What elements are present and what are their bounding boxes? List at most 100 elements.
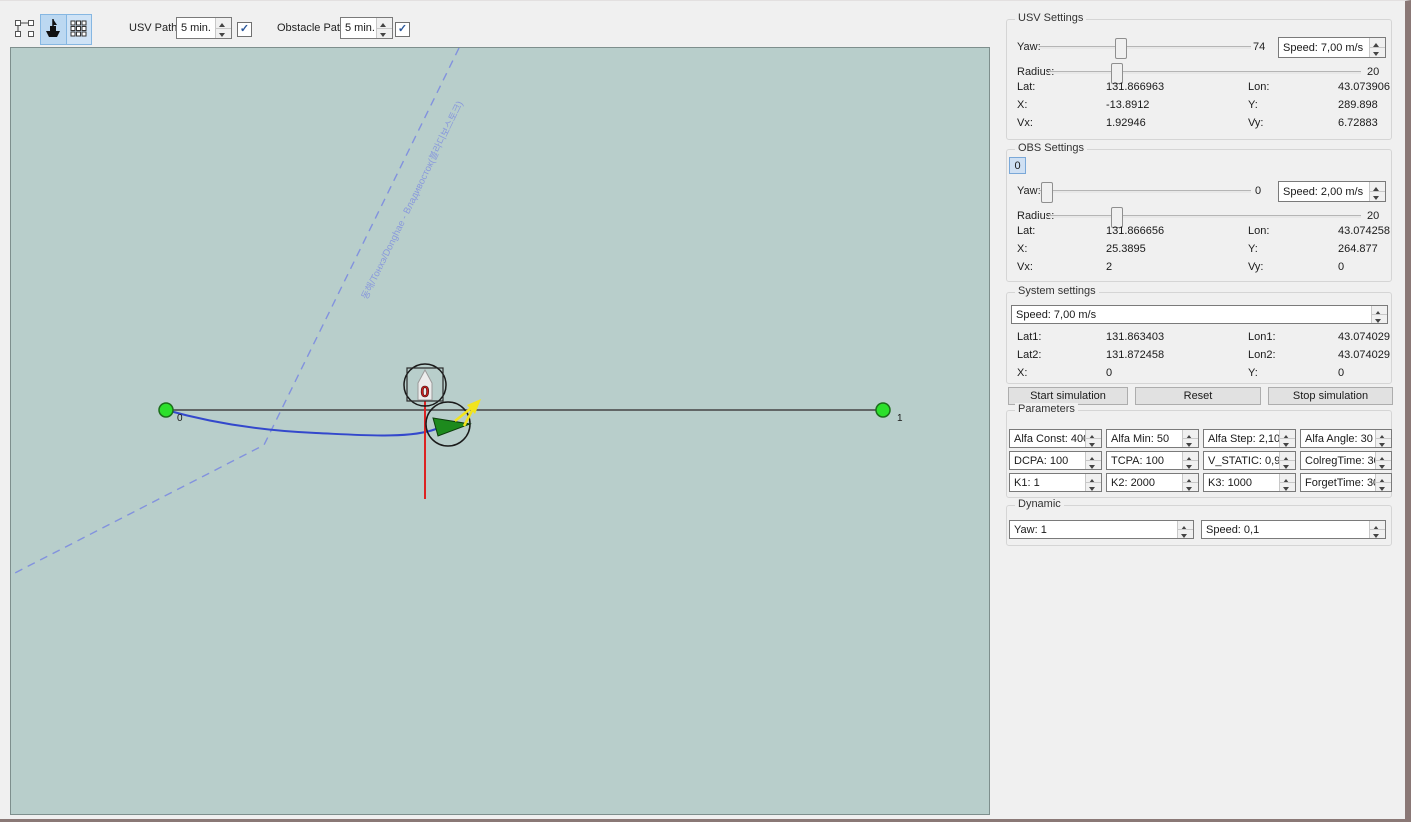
v-static-spinbox[interactable]: V_STATIC: 0,90 xyxy=(1203,451,1296,470)
alfa-const-spinbox[interactable]: Alfa Const: 400 xyxy=(1009,429,1102,448)
obs-x-value: 25.3895 xyxy=(1106,243,1146,255)
tcpa-spinbox[interactable]: TCPA: 100 xyxy=(1106,451,1199,470)
usv-speed-spinner[interactable] xyxy=(1369,38,1385,57)
spinner[interactable] xyxy=(1085,474,1101,491)
obs-y-label: Y: xyxy=(1248,243,1258,255)
usv-settings-title: USV Settings xyxy=(1015,12,1086,24)
usv-path-checkbox[interactable] xyxy=(237,22,252,37)
dcpa-spinbox[interactable]: DCPA: 100 xyxy=(1009,451,1102,470)
obs-settings-title: OBS Settings xyxy=(1015,142,1087,154)
k2-spinbox[interactable]: K2: 2000 xyxy=(1106,473,1199,492)
spinner[interactable] xyxy=(1375,474,1391,491)
usv-radius-slider[interactable] xyxy=(1049,63,1361,82)
obs-y-value: 264.877 xyxy=(1338,243,1378,255)
alfa-min-spinbox[interactable]: Alfa Min: 50 xyxy=(1106,429,1199,448)
spinner[interactable] xyxy=(1085,452,1101,469)
waypoint-1-label: 1 xyxy=(897,413,903,424)
obstacle-path-label: Obstacle Path: xyxy=(277,22,349,34)
system-lat1-value: 131.863403 xyxy=(1106,331,1164,343)
obs-yaw-value: 0 xyxy=(1255,185,1261,197)
parameters-title: Parameters xyxy=(1015,403,1078,415)
spinner[interactable] xyxy=(1182,474,1198,491)
spinner[interactable] xyxy=(1279,474,1295,491)
alfa-angle-spinbox[interactable]: Alfa Angle: 30 xyxy=(1300,429,1392,448)
grid-icon xyxy=(70,20,87,40)
k1-spinbox[interactable]: K1: 1 xyxy=(1009,473,1102,492)
system-settings-title: System settings xyxy=(1015,285,1099,297)
colreg-time-spinbox[interactable]: ColregTime: 30 xyxy=(1300,451,1392,470)
dynamic-yaw-spinbox[interactable]: Yaw: 1 xyxy=(1009,520,1194,539)
spinner[interactable] xyxy=(1375,452,1391,469)
spinner[interactable] xyxy=(1085,430,1101,447)
spinner[interactable] xyxy=(1177,521,1193,538)
usv-path-spinner[interactable] xyxy=(215,18,231,38)
spinner[interactable] xyxy=(1182,452,1198,469)
spinner[interactable] xyxy=(1279,452,1295,469)
obstacle-path-checkbox[interactable] xyxy=(395,22,410,37)
usv-vy-label: Vy: xyxy=(1248,117,1264,129)
system-xy-row: X: 0 Y: 0 xyxy=(1007,367,1391,381)
obs-lat-label: Lat: xyxy=(1017,225,1035,237)
usv-y-value: 289.898 xyxy=(1338,99,1378,111)
map-background xyxy=(11,48,989,814)
usv-path-spinbox[interactable]: 5 min. xyxy=(176,17,232,39)
usv-settings-group: USV Settings Yaw: 74 Speed: 7,00 m/s Rad… xyxy=(1006,19,1392,140)
settings-panel: USV Settings Yaw: 74 Speed: 7,00 m/s Rad… xyxy=(1006,1,1394,821)
obs-x-label: X: xyxy=(1017,243,1027,255)
obs-vx-label: Vx: xyxy=(1017,261,1033,273)
k3-spinbox[interactable]: K3: 1000 xyxy=(1203,473,1296,492)
usv-vx-value: 1.92946 xyxy=(1106,117,1146,129)
obstacle-path-spinner[interactable] xyxy=(376,18,392,38)
obs-speed-spinner[interactable] xyxy=(1369,182,1385,201)
usv-path-label: USV Path: xyxy=(129,22,180,34)
system-x-value: 0 xyxy=(1106,367,1112,379)
obstacle-selector-button[interactable]: 0 xyxy=(1009,157,1026,174)
system-speed-spinner[interactable] xyxy=(1371,306,1387,323)
spinner[interactable] xyxy=(1182,430,1198,447)
usv-speed-spinbox[interactable]: Speed: 7,00 m/s xyxy=(1278,37,1386,58)
usv-vy-value: 6.72883 xyxy=(1338,117,1378,129)
system-lon1-value: 43.074029 xyxy=(1338,331,1390,343)
usv-path-value: 5 min. xyxy=(177,22,215,34)
parameters-group: Parameters Alfa Const: 400 Alfa Min: 50 … xyxy=(1006,410,1392,498)
usv-latlon-row: Lat: 131.866963 Lon: 43.073906 xyxy=(1007,81,1391,95)
system-settings-group: System settings Speed: 7,00 m/s Lat1: 13… xyxy=(1006,292,1392,384)
usv-yaw-value: 74 xyxy=(1253,41,1265,53)
waypoint-0-label: 0 xyxy=(177,413,183,424)
spinner[interactable] xyxy=(1375,430,1391,447)
usv-vx-label: Vx: xyxy=(1017,117,1033,129)
view-toggle-group xyxy=(40,14,92,45)
reset-button[interactable]: Reset xyxy=(1135,387,1261,405)
system-lat2-label: Lat2: xyxy=(1017,349,1041,361)
obs-yaw-slider[interactable] xyxy=(1039,182,1251,201)
usv-speed-value: Speed: 7,00 m/s xyxy=(1279,42,1369,54)
system-lat2-value: 131.872458 xyxy=(1106,349,1164,361)
obs-speed-value: Speed: 2,00 m/s xyxy=(1279,186,1369,198)
forget-time-spinbox[interactable]: ForgetTime: 30 xyxy=(1300,473,1392,492)
obs-speed-spinbox[interactable]: Speed: 2,00 m/s xyxy=(1278,181,1386,202)
path-edit-icon[interactable] xyxy=(14,17,36,41)
dynamic-group: Dynamic Yaw: 1 Speed: 0,1 xyxy=(1006,505,1392,546)
usv-yaw-slider[interactable] xyxy=(1039,38,1251,57)
obs-latlon-row: Lat: 131.866656 Lon: 43.074258 xyxy=(1007,225,1391,239)
system-y-label: Y: xyxy=(1248,367,1258,379)
obstacle-path-spinbox[interactable]: 5 min. xyxy=(340,17,393,39)
obs-settings-group: OBS Settings 0 Yaw: 0 Speed: 2,00 m/s Ra… xyxy=(1006,149,1392,282)
grid-view-button[interactable] xyxy=(67,15,92,44)
spinner[interactable] xyxy=(1279,430,1295,447)
sea-chart-map[interactable]: 동해/Тонхэ/Donghae - Владивосток(블라디보스토크) … xyxy=(10,47,990,815)
spinner[interactable] xyxy=(1369,521,1385,538)
ship-view-button[interactable] xyxy=(41,15,67,44)
ship-icon xyxy=(43,17,63,42)
dynamic-speed-spinbox[interactable]: Speed: 0,1 xyxy=(1201,520,1386,539)
usv-v-row: Vx: 1.92946 Vy: 6.72883 xyxy=(1007,117,1391,131)
obstacle-id-label: 0 xyxy=(421,384,430,401)
stop-simulation-button[interactable]: Stop simulation xyxy=(1268,387,1393,405)
system-lon2-label: Lon2: xyxy=(1248,349,1276,361)
obs-radius-slider[interactable] xyxy=(1049,207,1361,226)
system-lat2-row: Lat2: 131.872458 Lon2: 43.074029 xyxy=(1007,349,1391,363)
obs-yaw-label: Yaw: xyxy=(1017,185,1041,197)
system-speed-spinbox[interactable]: Speed: 7,00 m/s xyxy=(1011,305,1388,324)
system-lat1-row: Lat1: 131.863403 Lon1: 43.074029 xyxy=(1007,331,1391,345)
alfa-step-spinbox[interactable]: Alfa Step: 2,10 xyxy=(1203,429,1296,448)
